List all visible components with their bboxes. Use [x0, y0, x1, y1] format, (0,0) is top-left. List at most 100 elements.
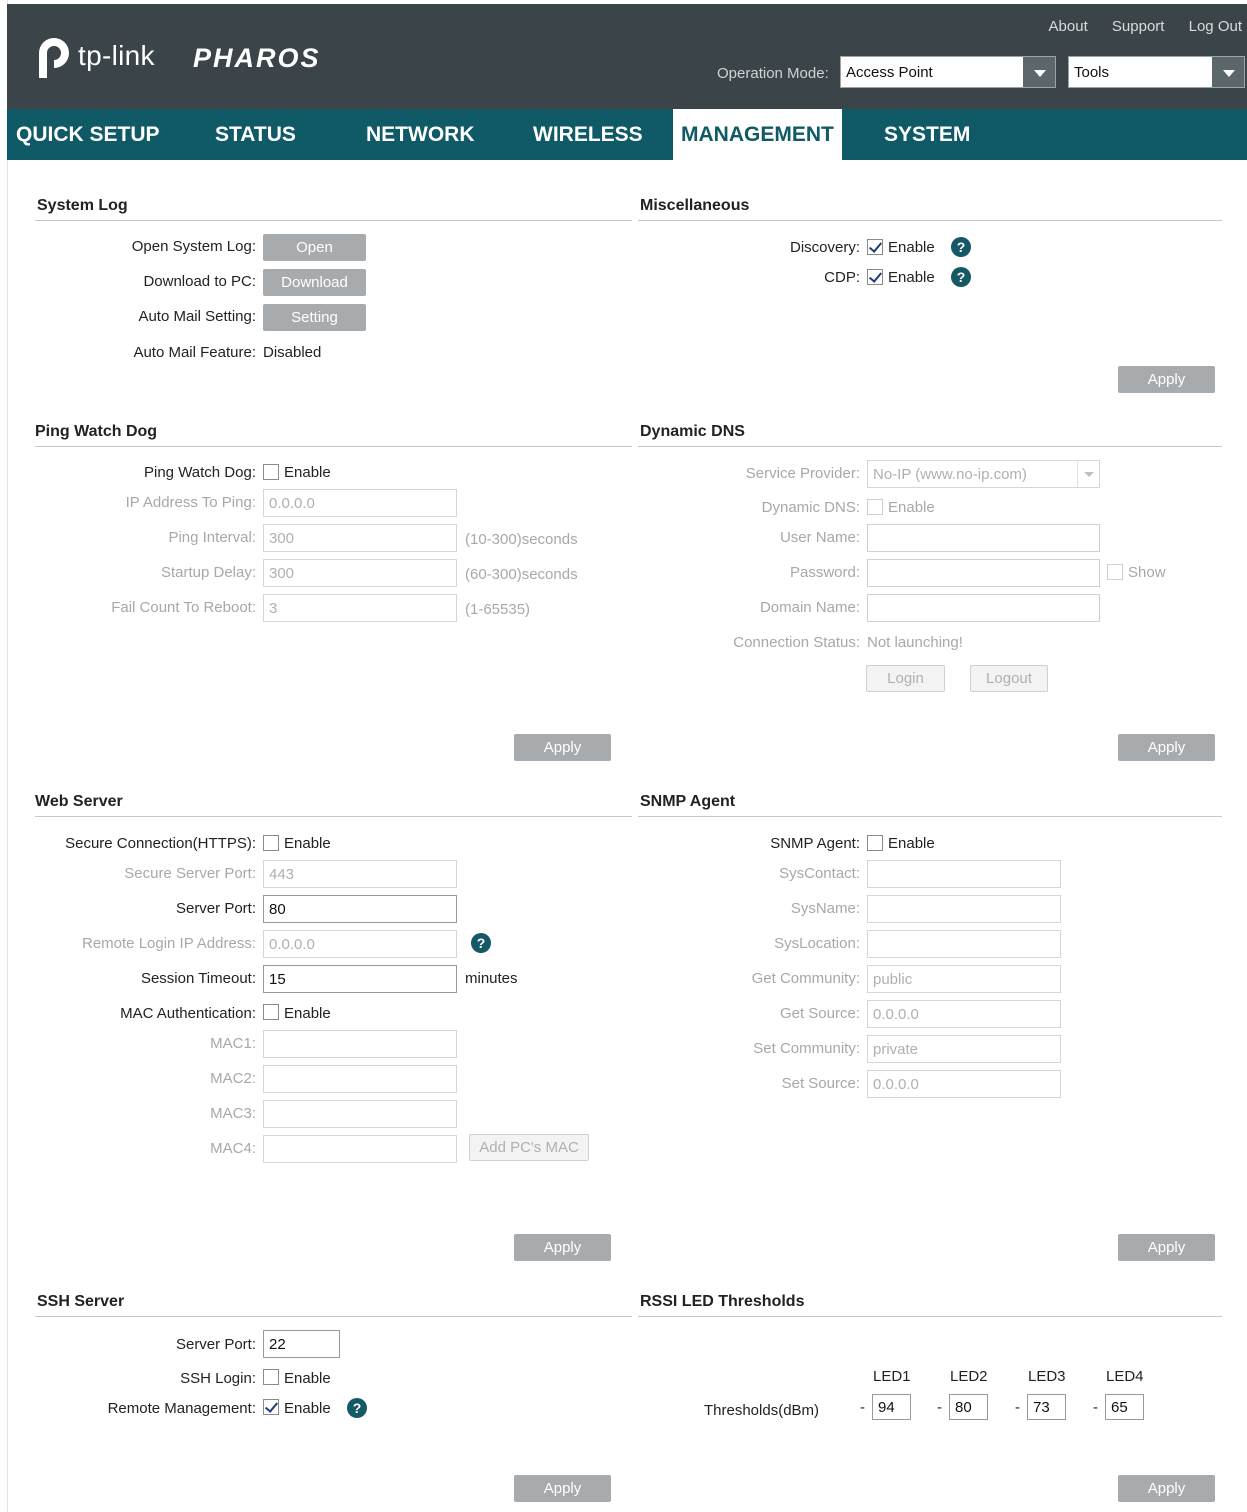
mac1-field[interactable]	[263, 1030, 457, 1058]
ping-apply-button[interactable]: Apply	[514, 734, 611, 761]
rssi-apply-button[interactable]: Apply	[1118, 1475, 1215, 1502]
led1-threshold-field[interactable]: 94	[872, 1394, 911, 1420]
minus-sign: -	[860, 1399, 865, 1416]
tab-system[interactable]: SYSTEM	[884, 109, 970, 160]
set-source-label: Set Source:	[781, 1075, 860, 1092]
add-pc-mac-button[interactable]: Add PC's MAC	[469, 1134, 589, 1161]
ping-watch-dog-checkbox[interactable]	[263, 464, 279, 480]
startup-delay-field[interactable]: 300	[263, 559, 457, 587]
main-nav: QUICK SETUP STATUS NETWORK WIRELESS MANA…	[7, 109, 1247, 160]
syscontact-label: SysContact:	[779, 865, 860, 882]
about-link[interactable]: About	[1049, 18, 1088, 35]
mac2-label: MAC2:	[210, 1070, 256, 1087]
minus-sign: -	[1015, 1399, 1020, 1416]
dynamic-dns-checkbox[interactable]	[867, 499, 883, 515]
service-provider-value: No-IP (www.no-ip.com)	[873, 466, 1027, 483]
mac4-field[interactable]	[263, 1135, 457, 1163]
ssh-apply-button[interactable]: Apply	[514, 1475, 611, 1502]
secure-server-port-field[interactable]: 443	[263, 860, 457, 888]
ssh-login-checkbox[interactable]	[263, 1369, 279, 1385]
download-button[interactable]: Download	[263, 269, 366, 296]
operation-mode-select[interactable]: Access Point	[840, 56, 1056, 88]
snmp-agent-checkbox[interactable]	[867, 835, 883, 851]
syslocation-field[interactable]	[867, 930, 1061, 958]
led4-threshold-field[interactable]: 65	[1105, 1394, 1144, 1420]
chevron-down-icon	[1212, 57, 1244, 87]
user-name-field[interactable]	[867, 524, 1100, 552]
password-field[interactable]	[867, 559, 1100, 587]
remote-login-ip-field[interactable]: 0.0.0.0	[263, 930, 457, 958]
minus-sign: -	[1093, 1399, 1098, 1416]
domain-name-field[interactable]	[867, 594, 1100, 622]
header-bar: tp-link PHAROS About Support Log Out Ope…	[7, 4, 1247, 109]
misc-apply-button[interactable]: Apply	[1118, 366, 1215, 393]
led1-header: LED1	[873, 1368, 911, 1385]
web-apply-button[interactable]: Apply	[514, 1234, 611, 1261]
open-button[interactable]: Open	[263, 234, 366, 261]
remote-management-label: Remote Management:	[107, 1400, 256, 1417]
divider	[35, 220, 632, 221]
show-password-label: Show	[1128, 564, 1166, 581]
ip-address-to-ping-field[interactable]: 0.0.0.0	[263, 489, 457, 517]
help-icon[interactable]: ?	[347, 1398, 367, 1418]
https-enable-label: Enable	[284, 835, 331, 852]
ssh-server-title: SSH Server	[37, 1293, 125, 1310]
service-provider-label: Service Provider:	[745, 465, 860, 482]
show-password-checkbox[interactable]	[1107, 564, 1123, 580]
session-timeout-field[interactable]: 15	[263, 965, 457, 993]
ddns-apply-button[interactable]: Apply	[1118, 734, 1215, 761]
auto-mail-feature-label: Auto Mail Feature:	[133, 344, 256, 361]
https-checkbox[interactable]	[263, 835, 279, 851]
setting-button[interactable]: Setting	[263, 304, 366, 331]
tab-quick-setup[interactable]: QUICK SETUP	[16, 109, 160, 160]
snmp-apply-button[interactable]: Apply	[1118, 1234, 1215, 1261]
tab-wireless[interactable]: WIRELESS	[533, 109, 643, 160]
sysname-label: SysName:	[790, 900, 860, 917]
led3-threshold-field[interactable]: 73	[1027, 1394, 1066, 1420]
help-icon[interactable]: ?	[951, 267, 971, 287]
secure-server-port-label: Secure Server Port:	[124, 865, 256, 882]
get-community-field[interactable]: public	[867, 965, 1061, 993]
logout-link[interactable]: Log Out	[1189, 18, 1242, 35]
ssh-server-port-field[interactable]: 22	[263, 1330, 340, 1358]
service-provider-select[interactable]: No-IP (www.no-ip.com)	[867, 460, 1100, 488]
system-log-title: System Log	[37, 197, 128, 214]
login-button[interactable]: Login	[866, 665, 945, 692]
tab-management[interactable]: MANAGEMENT	[673, 109, 842, 160]
discovery-label: Discovery:	[789, 239, 860, 256]
get-community-label: Get Community:	[751, 970, 860, 987]
get-source-label: Get Source:	[779, 1005, 860, 1022]
syscontact-field[interactable]	[867, 860, 1061, 888]
divider	[638, 220, 1222, 221]
divider	[35, 446, 632, 447]
startup-delay-hint: (60-300)seconds	[465, 566, 578, 583]
mac2-field[interactable]	[263, 1065, 457, 1093]
tools-select[interactable]: Tools	[1068, 56, 1245, 88]
remote-management-checkbox[interactable]	[263, 1399, 279, 1415]
help-icon[interactable]: ?	[951, 237, 971, 257]
mac4-label: MAC4:	[210, 1140, 256, 1157]
sysname-field[interactable]	[867, 895, 1061, 923]
ping-interval-field[interactable]: 300	[263, 524, 457, 552]
thresholds-label: Thresholds(dBm)	[704, 1402, 820, 1419]
support-link[interactable]: Support	[1112, 18, 1165, 35]
discovery-checkbox[interactable]	[867, 239, 883, 255]
tab-status[interactable]: STATUS	[215, 109, 296, 160]
mac1-label: MAC1:	[210, 1035, 256, 1052]
server-port-field[interactable]: 80	[263, 895, 457, 923]
mac3-field[interactable]	[263, 1100, 457, 1128]
get-source-field[interactable]: 0.0.0.0	[867, 1000, 1061, 1028]
snmp-agent-title: SNMP Agent	[640, 793, 736, 810]
mac-authentication-label: MAC Authentication:	[120, 1005, 256, 1022]
set-source-field[interactable]: 0.0.0.0	[867, 1070, 1061, 1098]
set-community-field[interactable]: private	[867, 1035, 1061, 1063]
led2-header: LED2	[950, 1368, 988, 1385]
logout-button[interactable]: Logout	[970, 665, 1048, 692]
cdp-checkbox[interactable]	[867, 269, 883, 285]
fail-count-field[interactable]: 3	[263, 594, 457, 622]
tab-network[interactable]: NETWORK	[366, 109, 475, 160]
led2-threshold-field[interactable]: 80	[949, 1394, 988, 1420]
help-icon[interactable]: ?	[471, 933, 491, 953]
download-to-pc-label: Download to PC:	[143, 273, 256, 290]
mac-authentication-checkbox[interactable]	[263, 1004, 279, 1020]
